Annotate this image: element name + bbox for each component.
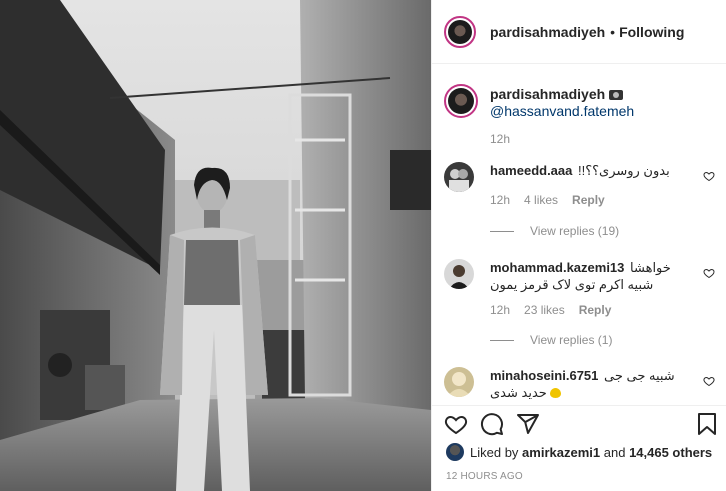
liked-by-avatar[interactable] — [446, 443, 464, 461]
comment-username[interactable]: minahoseini.6751 — [490, 368, 598, 383]
comment-heart-icon[interactable] — [703, 170, 715, 182]
comment-heart-icon[interactable] — [703, 375, 715, 387]
comment-text: بدون روسری؟؟!! — [578, 163, 670, 178]
comment-likes[interactable]: 23 likes — [524, 303, 565, 317]
view-replies-button[interactable]: View replies (19) — [490, 224, 619, 238]
liked-by: Liked by amirkazemi1 and 14,465 others — [446, 443, 712, 461]
save-icon[interactable] — [695, 412, 719, 436]
yellow-heart-icon — [550, 388, 562, 398]
view-replies-label[interactable]: View replies (19) — [530, 224, 619, 238]
view-replies-label[interactable]: View replies (1) — [530, 333, 612, 347]
comment-item: hameedd.aaa بدون روسری؟؟!! 12h 4 likes Rep… — [444, 162, 715, 222]
post-caption: pardisahmadiyeh @hassanvand.fatemeh — [444, 84, 634, 120]
comment-time[interactable]: 12h — [490, 303, 510, 317]
comment-heart-icon[interactable] — [703, 267, 715, 279]
liked-by-prefix: Liked by — [470, 444, 519, 460]
photo-image — [0, 0, 431, 491]
share-icon[interactable] — [516, 412, 540, 436]
comment-icon[interactable] — [480, 412, 504, 436]
caption-mention[interactable]: @hassanvand.fatemeh — [490, 103, 634, 119]
commenter-avatar[interactable] — [444, 259, 474, 289]
comments-list[interactable]: pardisahmadiyeh @hassanvand.fatemeh 12h … — [432, 65, 726, 405]
caption-username[interactable]: pardisahmadiyeh — [490, 86, 605, 102]
view-replies-line — [490, 230, 514, 232]
heart-icon[interactable] — [444, 412, 468, 436]
caption-avatar[interactable] — [444, 84, 478, 118]
post-actions: Liked by amirkazemi1 and 14,465 others 1… — [432, 405, 726, 491]
post-header: pardisahmadiyeh • Following — [432, 0, 726, 64]
caption-time[interactable]: 12h — [490, 132, 510, 146]
post-time-ago[interactable]: 12 HOURS AGO — [446, 471, 523, 482]
reply-button[interactable]: Reply — [579, 303, 612, 317]
author-username[interactable]: pardisahmadiyeh — [490, 24, 605, 40]
comment-likes[interactable]: 4 likes — [524, 193, 558, 207]
comment-time[interactable]: 12h — [490, 193, 510, 207]
camera-icon — [609, 90, 624, 100]
comment-username[interactable]: mohammad.kazemi13 — [490, 260, 624, 275]
comment-item: minahoseini.6751 شبیه جی جی حدید شدی — [444, 367, 715, 405]
comment-item: mohammad.kazemi13 خواهشا شبیه اکرم توی ل… — [444, 259, 715, 319]
author-avatar[interactable] — [444, 15, 476, 48]
separator-dot: • — [610, 23, 616, 40]
post-panel: pardisahmadiyeh • Following pardisahmadi… — [431, 0, 726, 491]
post-photo[interactable] — [0, 0, 431, 491]
view-replies-line — [490, 339, 514, 341]
commenter-avatar[interactable] — [444, 162, 474, 192]
liked-by-others[interactable]: 14,465 others — [629, 445, 712, 460]
liked-by-and: and — [603, 444, 626, 460]
view-replies-button[interactable]: View replies (1) — [490, 333, 612, 347]
liked-by-user[interactable]: amirkazemi1 — [522, 445, 600, 460]
reply-button[interactable]: Reply — [572, 193, 605, 207]
commenter-avatar[interactable] — [444, 367, 474, 397]
following-button[interactable]: Following — [619, 24, 684, 40]
comment-username[interactable]: hameedd.aaa — [490, 163, 572, 178]
